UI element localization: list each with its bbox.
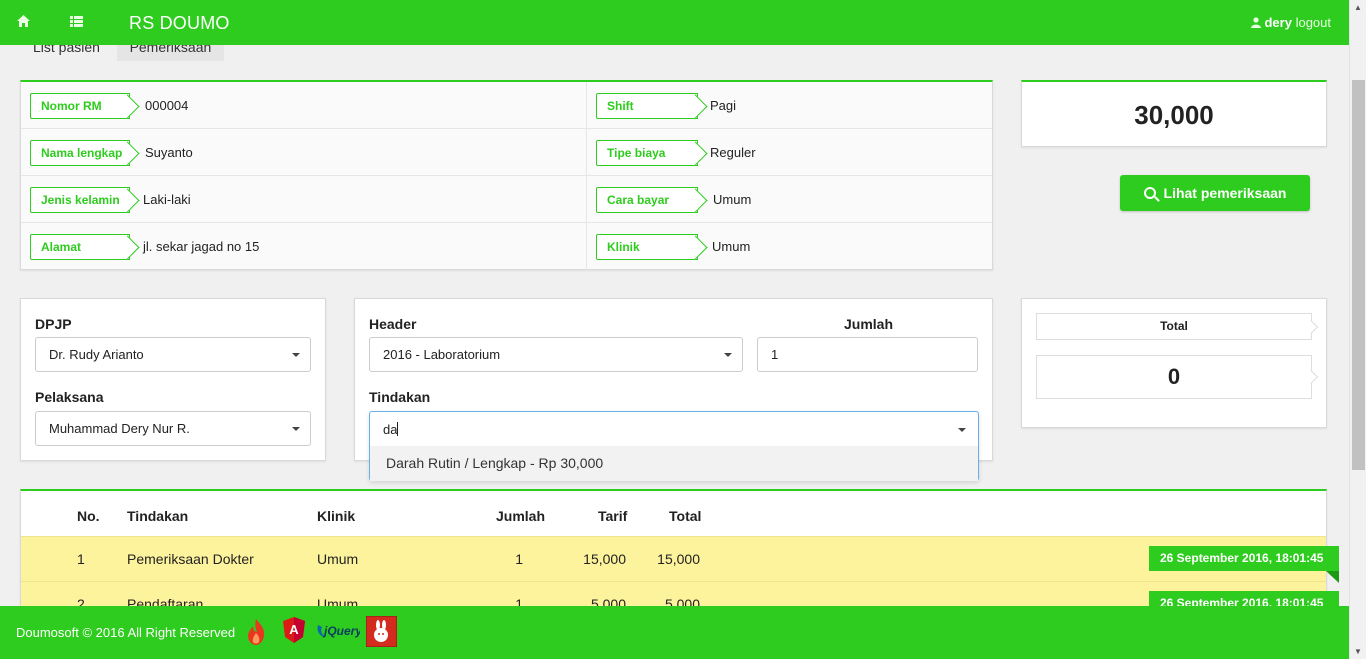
label-cara-bayar: Cara bayar bbox=[596, 187, 698, 213]
copyright-text: Doumosoft © 2016 All Right Reserved bbox=[16, 625, 236, 640]
jquery-logo: jQuery bbox=[316, 621, 363, 644]
chevron-down-icon[interactable] bbox=[958, 428, 966, 432]
label-nama-lengkap: Nama lengkap bbox=[30, 140, 130, 166]
column-header-jumlah: Jumlah bbox=[496, 508, 546, 524]
info-row: Nama lengkap Suyanto Tipe biaya Reguler bbox=[21, 129, 992, 176]
column-header-klinik: Klinik bbox=[317, 508, 356, 524]
cell-tarif: 15,000 bbox=[583, 551, 626, 567]
pelaksana-select[interactable]: Muhammad Dery Nur R. bbox=[35, 411, 311, 446]
rabbit-logo bbox=[365, 615, 398, 650]
column-header-tindakan: Tindakan bbox=[127, 508, 189, 524]
cell-tindakan: Pemeriksaan Dokter bbox=[127, 551, 254, 567]
list-icon[interactable] bbox=[70, 14, 83, 30]
footer: Doumosoft © 2016 All Right Reserved A jQ… bbox=[0, 606, 1349, 659]
column-header-no: No. bbox=[77, 508, 100, 524]
dpjp-label: DPJP bbox=[35, 316, 72, 332]
chevron-down-icon bbox=[292, 353, 300, 357]
label-klinik: Klinik bbox=[596, 234, 698, 260]
label-jenis-kelamin: Jenis kelamin bbox=[30, 187, 130, 213]
total-value: 0 bbox=[1036, 355, 1312, 399]
dpjp-panel: DPJP Dr. Rudy Arianto Pelaksana Muhammad… bbox=[20, 298, 326, 461]
info-row: Alamat jl. sekar jagad no 15 Klinik Umum bbox=[21, 223, 992, 270]
amount-value: 30,000 bbox=[1134, 100, 1214, 130]
scroll-down-icon[interactable]: ▼ bbox=[1354, 647, 1362, 656]
value-nomor-rm: 000004 bbox=[145, 98, 189, 113]
page-scrollbar[interactable]: ▲ ▼ bbox=[1349, 0, 1366, 659]
tindakan-combobox[interactable]: da Darah Rutin / Lengkap - Rp 30,000 bbox=[369, 411, 979, 481]
header-select[interactable]: 2016 - Laboratorium bbox=[369, 337, 743, 372]
patient-info-panel: Nomor RM 000004 Shift Pagi Nama lengkap … bbox=[20, 80, 993, 270]
cell-total: 15,000 bbox=[657, 551, 700, 567]
pelaksana-label: Pelaksana bbox=[35, 389, 104, 405]
jquery-text: jQuery bbox=[322, 624, 360, 638]
column-header-total: Total bbox=[669, 508, 702, 524]
codeigniter-logo bbox=[245, 617, 267, 650]
username: dery bbox=[1264, 15, 1292, 30]
table-row[interactable]: 1 Pemeriksaan Dokter Umum 1 15,000 15,00… bbox=[21, 536, 1339, 583]
angularjs-logo: A bbox=[283, 617, 305, 646]
chevron-down-icon bbox=[724, 353, 732, 357]
value-shift: Pagi bbox=[710, 98, 737, 113]
scroll-up-icon[interactable]: ▲ bbox=[1354, 3, 1362, 12]
search-icon bbox=[1143, 187, 1156, 199]
tindakan-option[interactable]: Darah Rutin / Lengkap - Rp 30,000 bbox=[370, 446, 978, 481]
header-label: Header bbox=[369, 316, 417, 332]
column-header-tarif: Tarif bbox=[598, 508, 628, 524]
chevron-down-icon bbox=[292, 427, 300, 431]
value-alamat: jl. sekar jagad no 15 bbox=[143, 239, 260, 254]
value-jenis-kelamin: Laki-laki bbox=[143, 192, 191, 207]
label-alamat: Alamat bbox=[30, 234, 130, 260]
jumlah-input[interactable]: 1 bbox=[757, 337, 978, 372]
dpjp-select[interactable]: Dr. Rudy Arianto bbox=[35, 337, 311, 372]
tindakan-label: Tindakan bbox=[369, 389, 431, 405]
value-nama-lengkap: Suyanto bbox=[145, 145, 193, 160]
total-panel: Total 0 bbox=[1021, 298, 1327, 428]
label-nomor-rm: Nomor RM bbox=[30, 93, 130, 119]
timestamp-badge: 26 September 2016, 18:01:45 bbox=[1149, 546, 1339, 583]
total-label: Total bbox=[1036, 313, 1312, 340]
cell-klinik: Umum bbox=[317, 551, 359, 567]
info-row: Nomor RM 000004 Shift Pagi bbox=[21, 82, 992, 129]
user-menu: dery logout bbox=[1250, 15, 1331, 30]
amount-box: 30,000 bbox=[1021, 80, 1327, 147]
info-row: Jenis kelamin Laki-laki Cara bayar Umum bbox=[21, 176, 992, 223]
scrollbar-thumb[interactable] bbox=[1352, 80, 1365, 470]
top-navbar: RS DOUMO dery logout bbox=[0, 0, 1349, 45]
label-tipe-biaya: Tipe biaya bbox=[596, 140, 698, 166]
logout-link[interactable]: logout bbox=[1296, 15, 1331, 30]
label-shift: Shift bbox=[596, 93, 698, 119]
lihat-pemeriksaan-button[interactable]: Lihat pemeriksaan bbox=[1120, 175, 1310, 211]
app-brand[interactable]: RS DOUMO bbox=[129, 13, 230, 34]
home-icon[interactable] bbox=[17, 14, 30, 30]
value-cara-bayar: Umum bbox=[713, 192, 752, 207]
angular-letter: A bbox=[289, 622, 299, 637]
tindakan-search-input[interactable]: da bbox=[383, 422, 399, 437]
cell-jumlah: 1 bbox=[515, 551, 523, 567]
jumlah-label: Jumlah bbox=[844, 316, 894, 332]
user-icon bbox=[1250, 15, 1265, 30]
value-klinik: Umum bbox=[712, 239, 751, 254]
value-tipe-biaya: Reguler bbox=[710, 145, 756, 160]
cell-no: 1 bbox=[77, 551, 85, 567]
